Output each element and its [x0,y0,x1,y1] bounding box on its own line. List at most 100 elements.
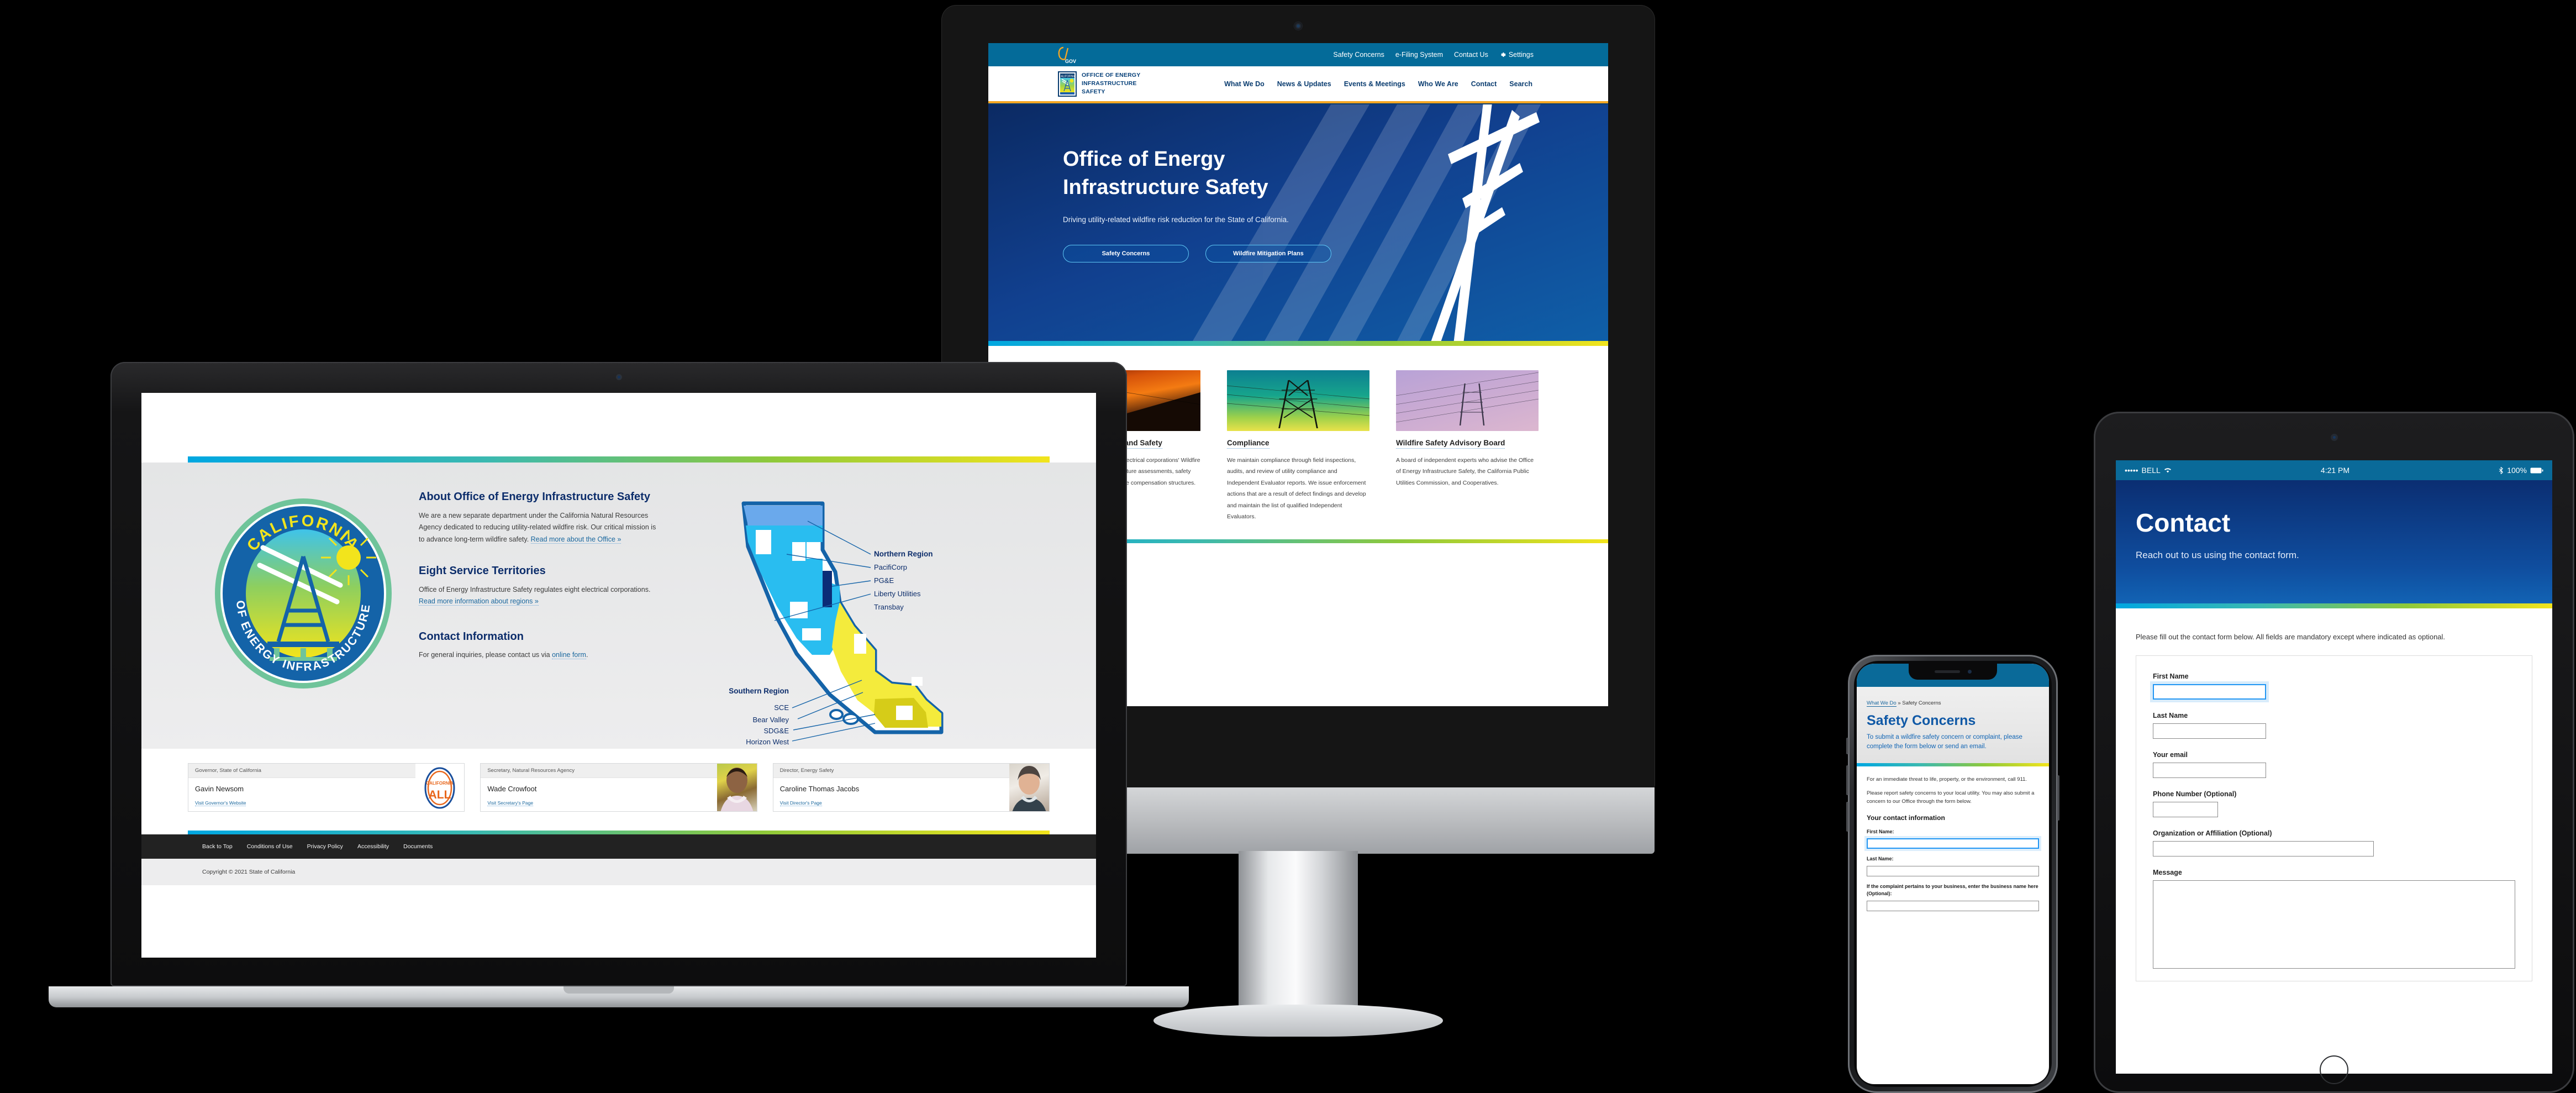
footer-link-conditions-of-use[interactable]: Conditions of Use [247,843,293,850]
utility-link-safety-concerns[interactable]: Safety Concerns [1333,51,1384,59]
hero-button-safety-concerns[interactable]: Safety Concerns [1063,245,1189,263]
field-label-email: Your email [2153,751,2188,759]
phone-status-bar [1857,664,2049,687]
director-role: Director, Energy Safety [773,764,1009,778]
secretary-link[interactable]: Visit Secretary's Page [487,800,534,806]
field-message: Message [2153,869,2515,969]
leadership-card-governor[interactable]: Governor, State of California Gavin News… [188,763,465,812]
input-last-name[interactable] [2153,723,2266,739]
nav-item-contact[interactable]: Contact [1471,80,1497,88]
input-email[interactable] [2153,763,2266,778]
phone-power-button[interactable] [2057,775,2059,821]
about-read-more-link[interactable]: Read more about the Office » [530,535,621,544]
monitor-webcam-icon [1294,22,1302,30]
card-image-advisory-board [1396,370,1539,431]
phone-volume-down-button[interactable] [1846,802,1848,832]
input-first-name[interactable] [2153,684,2266,700]
field-email: Your email [2153,751,2515,778]
footer-link-documents[interactable]: Documents [403,843,433,850]
breadcrumb-link-what-we-do[interactable]: What We Do [1867,700,1897,707]
ca-gov-logo-icon[interactable]: GOV [1056,45,1080,64]
director-link[interactable]: Visit Director's Page [779,800,822,806]
phone-field-first-name: First Name: [1867,828,2039,849]
nav-item-what-we-do[interactable]: What We Do [1224,80,1265,88]
hero-buttons: Safety Concerns Wildfire Mitigation Plan… [1063,245,1608,263]
secretary-role: Secretary, Natural Resources Agency [481,764,717,778]
footer-link-back-to-top[interactable]: Back to Top [202,843,233,850]
bluetooth-icon [2499,466,2504,474]
phone-label-business-name: If the complaint pertains to your busine… [1867,883,2038,897]
brand-line-1: OFFICE OF ENERGY [1082,71,1141,78]
phone-page-title: Safety Concerns [1867,713,1976,728]
governor-role: Governor, State of California [188,764,416,778]
nav-item-events-meetings[interactable]: Events & Meetings [1344,80,1405,88]
map-item-sce: SCE [774,703,789,712]
leadership-card-secretary[interactable]: Secretary, Natural Resources Agency Wade… [480,763,757,812]
utility-link-efiling-system[interactable]: e-Filing System [1395,51,1443,59]
carrier-label: BELL [2141,466,2161,475]
hero-title: Office of Energy Infrastructure Safety [1063,145,1608,201]
nav-item-search[interactable]: Search [1509,80,1532,88]
settings-button[interactable]: Settings [1499,51,1534,59]
nav-item-who-we-are[interactable]: Who We Are [1418,80,1458,88]
hero-subtitle: Driving utility-related wildfire risk re… [1063,216,1289,224]
phone-device: What We Do » Safety Concerns Safety Conc… [1846,655,2059,1093]
map-item-horizon-west: Horizon West [746,738,789,746]
governor-link[interactable]: Visit Governor's Website [195,800,246,806]
battery-icon [2530,467,2543,473]
tablet-gradient-divider [2116,603,2552,608]
laptop-leadership-cards: Governor, State of California Gavin News… [141,763,1096,812]
device-mockup-scene: GOV Safety Concerns e-Filing System Cont… [0,0,2576,1093]
card-compliance[interactable]: Compliance We maintain compliance throug… [1227,370,1369,523]
director-meta: Director, Energy Safety Caroline Thomas … [773,764,1009,811]
brand-text: OFFICE OF ENERGY INFRASTRUCTURE SAFETY [1082,71,1140,97]
field-organization: Organization or Affiliation (Optional) [2153,829,2515,856]
footer-link-accessibility[interactable]: Accessibility [357,843,389,850]
input-phone[interactable] [2153,802,2218,817]
card-body-advisory-board: A board of independent experts who advis… [1396,457,1534,486]
online-form-link[interactable]: online form [552,651,586,660]
leadership-card-director[interactable]: Director, Energy Safety Caroline Thomas … [772,763,1050,812]
brand-line-3: SAFETY [1082,88,1105,96]
site-brand[interactable]: CALIFORNIA OFFICE OF ENERGY INFRASTRUCTU… [1058,71,1140,97]
hero-button-wildfire-mitigation-plans[interactable]: Wildfire Mitigation Plans [1205,245,1331,263]
footer-link-privacy-policy[interactable]: Privacy Policy [307,843,343,850]
monitor-stand-neck [1239,851,1358,1017]
phone-input-last-name[interactable] [1867,865,2039,876]
card-title-advisory-board: Wildfire Safety Advisory Board [1396,439,1505,449]
phone-volume-up-button[interactable] [1846,765,1848,795]
card-body-compliance: We maintain compliance through field ins… [1227,457,1366,521]
desktop-main-nav: CALIFORNIA OFFICE OF ENERGY INFRASTRUCTU… [988,66,1608,101]
laptop-copyright: Copyright © 2021 State of California [141,859,1096,885]
tablet-home-button[interactable] [2320,1055,2348,1084]
input-organization[interactable] [2153,841,2374,856]
nav-item-news-updates[interactable]: News & Updates [1277,80,1331,88]
card-advisory-board[interactable]: Wildfire Safety Advisory Board A board o… [1396,370,1539,523]
territories-read-more-link[interactable]: Read more information about regions » [419,597,539,606]
utility-link-contact-us[interactable]: Contact Us [1454,51,1488,59]
phone-emergency-note: For an immediate threat to life, propert… [1867,776,2027,782]
field-label-organization: Organization or Affiliation (Optional) [2153,829,2272,837]
tablet-status-bar: ••••• BELL 4:21 PM 100% [2116,460,2552,480]
tablet-device: ••••• BELL 4:21 PM 100% Contact Reach ou… [2094,412,2574,1093]
map-northern-heading: Northern Region [874,550,933,558]
california-for-all-logo-icon: CALIFORNIA ALL [415,764,465,811]
laptop-about-section: CALIFORNIA OFFICE OF ENERGY INFRASTRUCTU… [141,463,1096,749]
hero-title-line-1: Office of Energy [1063,148,1225,171]
laptop-page-top-spacer [141,393,1096,456]
phone-mute-switch[interactable] [1846,738,1848,754]
laptop-footer-gradient [188,831,1050,834]
phone-field-business-name: If the complaint pertains to your busine… [1867,883,2039,911]
phone-main: For an immediate threat to life, propert… [1857,766,2049,911]
phone-input-first-name[interactable] [1867,838,2039,849]
laptop-text-column: About Office of Energy Infrastructure Sa… [419,487,656,749]
phone-input-business-name[interactable] [1867,900,2039,911]
input-message[interactable] [2153,880,2515,969]
california-service-territories-map: Northern Region PacifiCorp PG&E Liberty … [729,501,944,746]
field-last-name: Last Name [2153,712,2515,739]
tablet-status-left: ••••• BELL [2125,466,2172,475]
phone-section-heading: Your contact information [1867,813,1945,822]
brand-line-2: INFRASTRUCTURE [1082,80,1137,87]
tablet-screen: ••••• BELL 4:21 PM 100% Contact Reach ou… [2116,460,2552,1074]
laptop-screen: CALIFORNIA OFFICE OF ENERGY INFRASTRUCTU… [141,393,1096,958]
